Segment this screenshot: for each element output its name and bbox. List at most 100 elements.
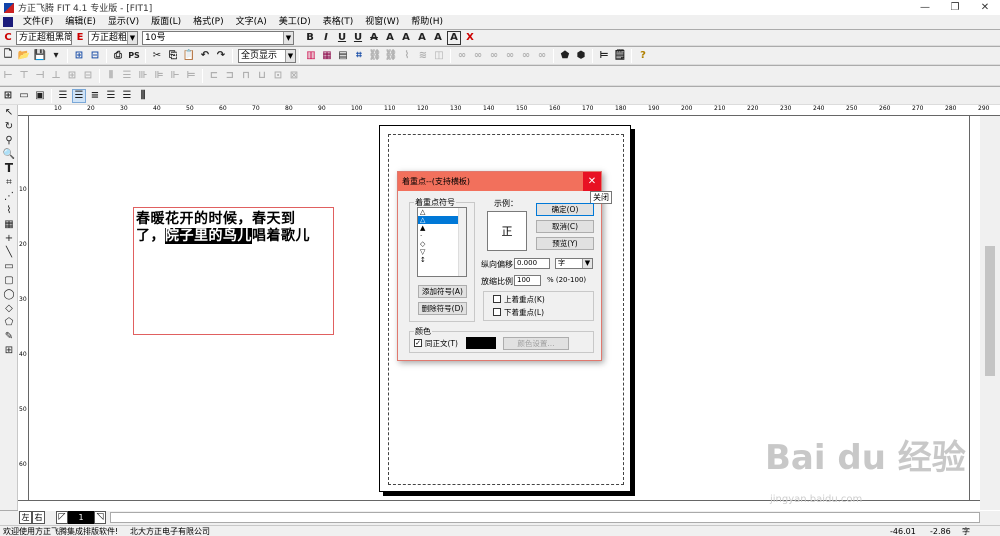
english-font-select[interactable]: 方正超粗 ▼ — [88, 30, 138, 45]
superscript-icon[interactable]: A — [415, 31, 429, 45]
chinese-font-select[interactable]: 方正超粗黑简体 — [16, 30, 72, 45]
image-tool-icon[interactable]: ▦ — [0, 217, 18, 231]
link-icon[interactable]: ⛓ — [368, 49, 382, 63]
vertical-text-icon[interactable]: ⫼ — [136, 89, 150, 103]
strike-icon[interactable]: A — [367, 31, 381, 45]
selected-text[interactable]: 院子里的鸟儿 — [165, 228, 252, 244]
diamond-tool-icon[interactable]: ◇ — [0, 301, 18, 315]
right-page-button[interactable]: 右 — [32, 511, 45, 524]
chain-d-icon[interactable]: ∞ — [503, 49, 517, 63]
cut-icon[interactable]: ✂ — [150, 49, 164, 63]
framed-text-icon[interactable]: A — [447, 30, 461, 45]
align-distributed-icon[interactable]: ☰ — [120, 89, 134, 103]
paste-icon[interactable]: 📋 — [182, 49, 196, 63]
page-icon[interactable]: ▥ — [304, 49, 318, 63]
undo-icon[interactable]: ↶ — [198, 49, 212, 63]
grid-icon[interactable]: ▦ — [320, 49, 334, 63]
ok-button[interactable]: 确定(O) — [536, 203, 594, 216]
polygon-tool-icon[interactable]: ⬠ — [0, 315, 18, 329]
chevron-down-icon[interactable]: ▼ — [283, 31, 293, 44]
rounded-rect-tool-icon[interactable]: ▢ — [0, 273, 18, 287]
menu-layout[interactable]: 版面(L) — [145, 15, 187, 29]
help-icon[interactable]: ? — [636, 49, 650, 63]
left-page-button[interactable]: 左 — [19, 511, 32, 524]
chevron-down-icon[interactable]: ▾ — [49, 49, 63, 63]
clear-format-icon[interactable]: X — [463, 31, 477, 45]
underline-icon[interactable]: U — [335, 31, 349, 45]
distribute-b-icon[interactable]: ⊫ — [152, 69, 166, 83]
distribute-c-icon[interactable]: ⊩ — [168, 69, 182, 83]
chain-b-icon[interactable]: ∞ — [471, 49, 485, 63]
align-left-icon[interactable]: ☰ — [56, 89, 70, 103]
minimize-button[interactable]: — — [910, 0, 940, 15]
export-icon[interactable]: ⊟ — [88, 49, 102, 63]
align-right-icon[interactable]: ☰ — [104, 89, 118, 103]
symbol-list[interactable]: △ △ ▲ · ◇ ▽ ↕ — [417, 207, 467, 277]
new-file-icon[interactable]: 🗋 — [1, 49, 15, 63]
align-center-icon[interactable]: ⊤ — [17, 69, 31, 83]
bezier-tool-icon[interactable]: ⌇ — [0, 203, 18, 217]
cancel-button[interactable]: 取消(C) — [536, 220, 594, 233]
menu-table[interactable]: 表格(T) — [317, 15, 360, 29]
unlink-icon[interactable]: ⛓ — [384, 49, 398, 63]
space-c-icon[interactable]: ⊓ — [239, 69, 253, 83]
vertical-ruler[interactable]: 10 20 30 40 50 60 — [18, 116, 29, 500]
preview-button[interactable]: 预览(Y) — [536, 237, 594, 250]
ellipse-tool-icon[interactable]: ◯ — [0, 287, 18, 301]
horizontal-scrollbar[interactable] — [110, 512, 980, 523]
offset-unit-select[interactable]: 字 ▼ — [555, 258, 593, 269]
node-tool-icon[interactable]: ⋰ — [0, 189, 18, 203]
horizontal-ruler[interactable]: 10 20 30 40 50 60 70 80 90 100 110 120 130 140 150 160 1… — [18, 105, 1000, 116]
ungroup-icon[interactable]: ⬢ — [574, 49, 588, 63]
chevron-down-icon[interactable]: ▼ — [582, 259, 592, 268]
text-frame-icon[interactable]: ▭ — [17, 89, 31, 103]
crop-tool-icon[interactable]: ⌗ — [0, 175, 18, 189]
menu-edit[interactable]: 编辑(E) — [59, 15, 102, 29]
prev-page-icon[interactable]: ◸ — [56, 511, 68, 524]
wrap-icon[interactable]: ⌇ — [400, 49, 414, 63]
text-frame[interactable]: 春暖花开的时候，春天到 了，院子里的鸟儿唱着歌儿 — [133, 207, 334, 335]
chain-c-icon[interactable]: ∞ — [487, 49, 501, 63]
save-icon[interactable]: 💾 — [33, 49, 47, 63]
outline-text-icon[interactable]: A — [383, 31, 397, 45]
zoom-tool-icon[interactable]: 🔍 — [0, 147, 18, 161]
chevron-down-icon[interactable]: ▼ — [127, 31, 137, 44]
align-icon[interactable]: ⊨ — [597, 49, 611, 63]
bold-icon[interactable]: B — [303, 31, 317, 45]
font-size-select[interactable]: 10号 ▼ — [142, 30, 294, 45]
italic-icon[interactable]: I — [319, 31, 333, 45]
properties-icon[interactable]: 🗒 — [613, 49, 627, 63]
shadow-text-icon[interactable]: A — [399, 31, 413, 45]
right-ruler[interactable] — [969, 116, 980, 500]
align-right-edge-icon[interactable]: ⊣ — [33, 69, 47, 83]
add-symbol-button[interactable]: 添加符号(A) — [418, 285, 467, 298]
space-f-icon[interactable]: ⊠ — [287, 69, 301, 83]
space-d-icon[interactable]: ⊔ — [255, 69, 269, 83]
delete-symbol-button[interactable]: 删除符号(D) — [418, 302, 467, 315]
group-icon[interactable]: ⬟ — [558, 49, 572, 63]
chain-f-icon[interactable]: ∞ — [535, 49, 549, 63]
align-center-text-icon[interactable]: ≡ — [88, 89, 102, 103]
below-checkbox[interactable] — [493, 308, 501, 316]
freehand-tool-icon[interactable]: ✎ — [0, 329, 18, 343]
close-window-button[interactable]: ✕ — [970, 0, 1000, 15]
table-tool-icon[interactable]: ⊞ — [0, 343, 18, 357]
table-icon[interactable]: ⊞ — [1, 89, 15, 103]
color-settings-button[interactable]: 颜色设置... — [503, 337, 569, 350]
align-bottom-icon[interactable]: ⊟ — [81, 69, 95, 83]
menu-format[interactable]: 格式(P) — [187, 15, 229, 29]
zoom-select[interactable]: 全页显示 ▼ — [238, 48, 296, 63]
same-as-text-checkbox[interactable]: ✓ — [414, 339, 422, 347]
chevron-down-icon[interactable]: ▼ — [285, 49, 295, 62]
menu-window[interactable]: 视窗(W) — [359, 15, 405, 29]
cross-tool-icon[interactable]: + — [0, 231, 18, 245]
menu-view[interactable]: 显示(V) — [102, 15, 145, 29]
vertical-scrollbar[interactable] — [980, 116, 1000, 510]
chain-a-icon[interactable]: ∞ — [455, 49, 469, 63]
link-tool-icon[interactable]: ⚲ — [0, 133, 18, 147]
distribute-a-icon[interactable]: ⊪ — [136, 69, 150, 83]
align-middle-icon[interactable]: ⊞ — [65, 69, 79, 83]
space-e-icon[interactable]: ⊡ — [271, 69, 285, 83]
offset-input[interactable]: 0.000 — [514, 258, 550, 269]
distribute-h-icon[interactable]: ⫴ — [104, 69, 118, 83]
